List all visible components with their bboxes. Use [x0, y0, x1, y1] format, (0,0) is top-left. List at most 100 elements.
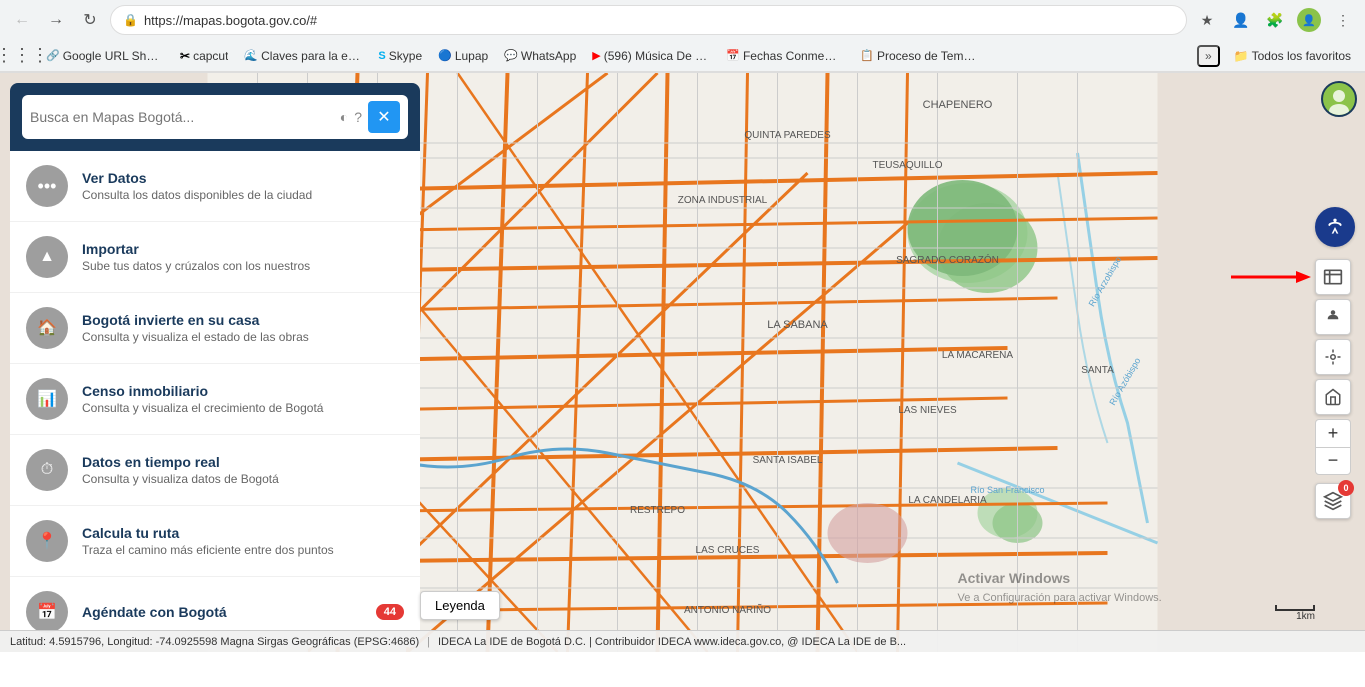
menu-subtitle-ver-datos: Consulta los datos disponibles de la ciu… — [82, 188, 404, 202]
folder-label: Todos los favoritos — [1252, 49, 1351, 63]
status-attribution: IDECA La IDE de Bogotá D.C. | Contribuid… — [438, 636, 906, 648]
reload-button[interactable]: ↻ — [76, 6, 104, 34]
menu-title-censo: Censo inmobiliario — [82, 383, 404, 399]
extensions-button[interactable]: 🧩 — [1261, 6, 1289, 34]
security-icon: 🔒 — [123, 13, 138, 27]
bookmark-lupap[interactable]: 🔵 Lupap — [432, 47, 494, 65]
bookmark-label-musica: (596) Música De Fo... — [604, 49, 711, 63]
bookmark-proceso[interactable]: 📋 Proceso de Tempo -... — [854, 47, 984, 65]
svg-text:LA SABANA: LA SABANA — [767, 319, 828, 331]
bookmark-whatsapp[interactable]: 💬 WhatsApp — [498, 47, 582, 65]
menu-text-datos-real: Datos en tiempo real Consulta y visualiz… — [82, 454, 404, 486]
menu-subtitle-calcula-ruta: Traza el camino más eficiente entre dos … — [82, 543, 404, 557]
menu-item-bogota-invierte[interactable]: 🏠 Bogotá invierte en su casa Consulta y … — [10, 293, 420, 364]
svg-text:Ve a Configuración para activa: Ve a Configuración para activar Windows. — [958, 592, 1162, 604]
bookmark-label-google: Google URL Shorte... — [63, 49, 164, 63]
bookmark-icon-skype: S — [378, 50, 385, 62]
profile-button[interactable]: 👤 — [1227, 6, 1255, 34]
svg-text:QUINTA PAREDES: QUINTA PAREDES — [744, 130, 831, 141]
menu-subtitle-censo: Consulta y visualiza el crecimiento de B… — [82, 401, 404, 415]
menu-button[interactable]: ⋮ — [1329, 6, 1357, 34]
menu-icon-bogota-invierte: 🏠 — [26, 307, 68, 349]
bookmark-google-shortener[interactable]: 🔗 Google URL Shorte... — [40, 47, 170, 65]
bookmark-capcut[interactable]: ✂ capcut — [174, 47, 234, 65]
bookmark-star-button[interactable]: ★ — [1193, 6, 1221, 34]
bookmark-icon-musica: ▶ — [592, 49, 600, 62]
accessibility-button[interactable] — [1315, 207, 1355, 247]
bookmark-label-proceso: Proceso de Tempo -... — [877, 49, 978, 63]
bookmark-claves[interactable]: 🌊 Claves para la elabo... — [238, 47, 368, 65]
menu-item-censo[interactable]: 📊 Censo inmobiliario Consulta y visualiz… — [10, 364, 420, 435]
svg-text:TEUSAQUILLO: TEUSAQUILLO — [872, 160, 942, 171]
bookmark-fechas[interactable]: 📅 Fechas Conmemora... — [720, 47, 850, 65]
legend-label: Leyenda — [435, 598, 485, 613]
apps-button[interactable]: ⋮⋮⋮ — [8, 42, 36, 70]
red-arrow-container — [1315, 259, 1355, 295]
menu-text-importar: Importar Sube tus datos y crúzalos con l… — [82, 241, 404, 273]
url-input[interactable] — [144, 13, 1174, 28]
bookmark-label-lupap: Lupap — [455, 49, 488, 63]
svg-text:LA MACARENA: LA MACARENA — [942, 350, 1013, 361]
bookmark-skype[interactable]: S Skype — [372, 47, 428, 65]
main-content: CHAPENERO QUINTA PAREDES TEUSAQUILLO ZON… — [0, 73, 1365, 652]
menu-title-agendate: Agéndate con Bogotá — [82, 604, 362, 620]
bookmark-label-whatsapp: WhatsApp — [521, 49, 576, 63]
menu-text-censo: Censo inmobiliario Consulta y visualiza … — [82, 383, 404, 415]
map-view-button[interactable] — [1315, 259, 1351, 295]
street-view-button[interactable] — [1315, 299, 1351, 335]
red-arrow — [1231, 267, 1311, 287]
agendate-badge: 44 — [376, 604, 404, 620]
bookmarks-folder-all[interactable]: 📁 Todos los favoritos — [1228, 47, 1357, 65]
bookmark-icon-lupap: 🔵 — [438, 49, 452, 62]
search-close-button[interactable]: ✕ — [368, 101, 400, 133]
menu-title-datos-real: Datos en tiempo real — [82, 454, 404, 470]
search-help-button[interactable]: ? — [354, 109, 362, 125]
search-clear-button[interactable]: ◐ — [340, 109, 348, 125]
address-bar: 🔒 — [110, 5, 1187, 35]
bookmarks-more-button[interactable]: » — [1197, 45, 1220, 67]
zoom-in-button[interactable]: + — [1315, 419, 1351, 447]
user-avatar[interactable] — [1321, 81, 1357, 117]
browser-chrome: ← → ↻ 🔒 ★ 👤 🧩 👤 ⋮ ⋮⋮⋮ 🔗 Google URL Short… — [0, 0, 1365, 73]
svg-text:Activar Windows: Activar Windows — [958, 570, 1071, 586]
scale-bar: 1km — [1275, 605, 1315, 622]
profile-avatar-button[interactable]: 👤 — [1295, 6, 1323, 34]
home-button[interactable] — [1315, 379, 1351, 415]
menu-icon-censo: 📊 — [26, 378, 68, 420]
menu-icon-ver-datos: ••• — [26, 165, 68, 207]
svg-text:LAS CRUCES: LAS CRUCES — [696, 545, 760, 556]
forward-button[interactable]: → — [42, 6, 70, 34]
bookmark-icon-fechas: 📅 — [726, 49, 740, 62]
search-icons: ◐ ? — [340, 109, 362, 125]
bookmark-label-fechas: Fechas Conmemora... — [743, 49, 844, 63]
menu-item-datos-real[interactable]: ⏱ Datos en tiempo real Consulta y visual… — [10, 435, 420, 506]
menu-text-ver-datos: Ver Datos Consulta los datos disponibles… — [82, 170, 404, 202]
menu-item-calcula-ruta[interactable]: 📍 Calcula tu ruta Traza el camino más ef… — [10, 506, 420, 577]
bookmark-musica[interactable]: ▶ (596) Música De Fo... — [586, 47, 716, 65]
location-button[interactable] — [1315, 339, 1351, 375]
menu-text-calcula-ruta: Calcula tu ruta Traza el camino más efic… — [82, 525, 404, 557]
zoom-out-button[interactable]: − — [1315, 447, 1351, 475]
menu-icon-calcula-ruta: 📍 — [26, 520, 68, 562]
status-bar: Latitud: 4.5915796, Longitud: -74.092559… — [0, 630, 1365, 652]
search-input-wrapper: ◐ ? ✕ — [22, 95, 408, 139]
menu-subtitle-importar: Sube tus datos y crúzalos con los nuestr… — [82, 259, 404, 273]
search-input[interactable] — [30, 109, 340, 125]
menu-title-importar: Importar — [82, 241, 404, 257]
menu-text-bogota-invierte: Bogotá invierte en su casa Consulta y vi… — [82, 312, 404, 344]
bookmark-icon-whatsapp: 💬 — [504, 49, 518, 62]
menu-item-importar[interactable]: ▲ Importar Sube tus datos y crúzalos con… — [10, 222, 420, 293]
left-panel: ◐ ? ✕ ••• Ver Datos Consulta los datos d… — [10, 83, 420, 647]
menu-list: ••• Ver Datos Consulta los datos disponi… — [10, 151, 420, 647]
back-button[interactable]: ← — [8, 6, 36, 34]
menu-item-ver-datos[interactable]: ••• Ver Datos Consulta los datos disponi… — [10, 151, 420, 222]
folder-icon: 📁 — [1234, 49, 1249, 63]
legend-button[interactable]: Leyenda — [420, 591, 500, 620]
bookmark-icon-claves: 🌊 — [244, 49, 258, 62]
menu-title-calcula-ruta: Calcula tu ruta — [82, 525, 404, 541]
menu-subtitle-bogota-invierte: Consulta y visualiza el estado de las ob… — [82, 330, 404, 344]
menu-title-ver-datos: Ver Datos — [82, 170, 404, 186]
layers-button[interactable]: 0 — [1315, 483, 1351, 519]
svg-text:CHAPENERO: CHAPENERO — [923, 99, 993, 111]
status-separator: | — [427, 636, 430, 648]
